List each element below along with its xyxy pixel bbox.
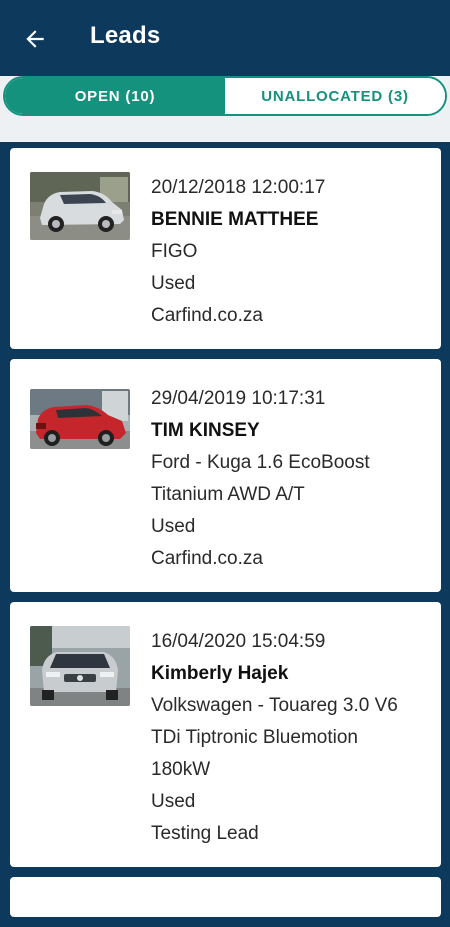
lead-name: TIM KINSEY [151,420,260,441]
lead-vehicle: Ford - Kuga 1.6 EcoBoost [151,452,370,473]
tab-unallocated[interactable]: UNALLOCATED (3) [225,78,445,114]
lead-condition: Used [151,516,196,537]
lead-vehicle: FIGO [151,241,198,262]
lead-card[interactable]: 20/12/2018 12:00:17 BENNIE MATTHEE FIGO … [10,148,441,349]
leads-list: 20/12/2018 12:00:17 BENNIE MATTHEE FIGO … [10,148,441,927]
segmented-tabs: OPEN (10) UNALLOCATED (3) [3,76,447,116]
lead-card[interactable] [10,877,441,917]
tab-bar: OPEN (10) UNALLOCATED (3) [0,76,450,142]
lead-card[interactable]: 29/04/2019 10:17:31 TIM KINSEY Ford - Ku… [10,359,441,592]
lead-source: Carfind.co.za [151,548,263,569]
lead-condition: Used [151,273,196,294]
arrow-left-icon [26,30,44,48]
lead-name: Kimberly Hajek [151,663,289,684]
page-title: Leads [90,22,161,49]
lead-name: BENNIE MATTHEE [151,209,319,230]
tab-open[interactable]: OPEN (10) [5,78,225,114]
lead-condition: Used [151,791,196,812]
silver-hatchback-photo [30,172,130,240]
app-bar: Leads [0,0,450,76]
silver-suv-photo [30,626,130,706]
lead-card[interactable]: 16/04/2020 15:04:59 Kimberly Hajek Volks… [10,602,441,867]
lead-vehicle-detail: Titanium AWD A/T [151,484,305,505]
lead-vehicle: Volkswagen - Touareg 3.0 V6 [151,695,398,716]
back-button[interactable] [22,26,48,52]
lead-date: 29/04/2019 10:17:31 [151,388,326,409]
lead-date: 16/04/2020 15:04:59 [151,631,326,652]
lead-vehicle-power: 180kW [151,759,211,780]
lead-source: Carfind.co.za [151,305,263,326]
lead-vehicle-detail: TDi Tiptronic Bluemotion [151,727,358,748]
lead-source: Testing Lead [151,823,259,844]
red-suv-photo [30,389,130,449]
lead-date: 20/12/2018 12:00:17 [151,177,326,198]
